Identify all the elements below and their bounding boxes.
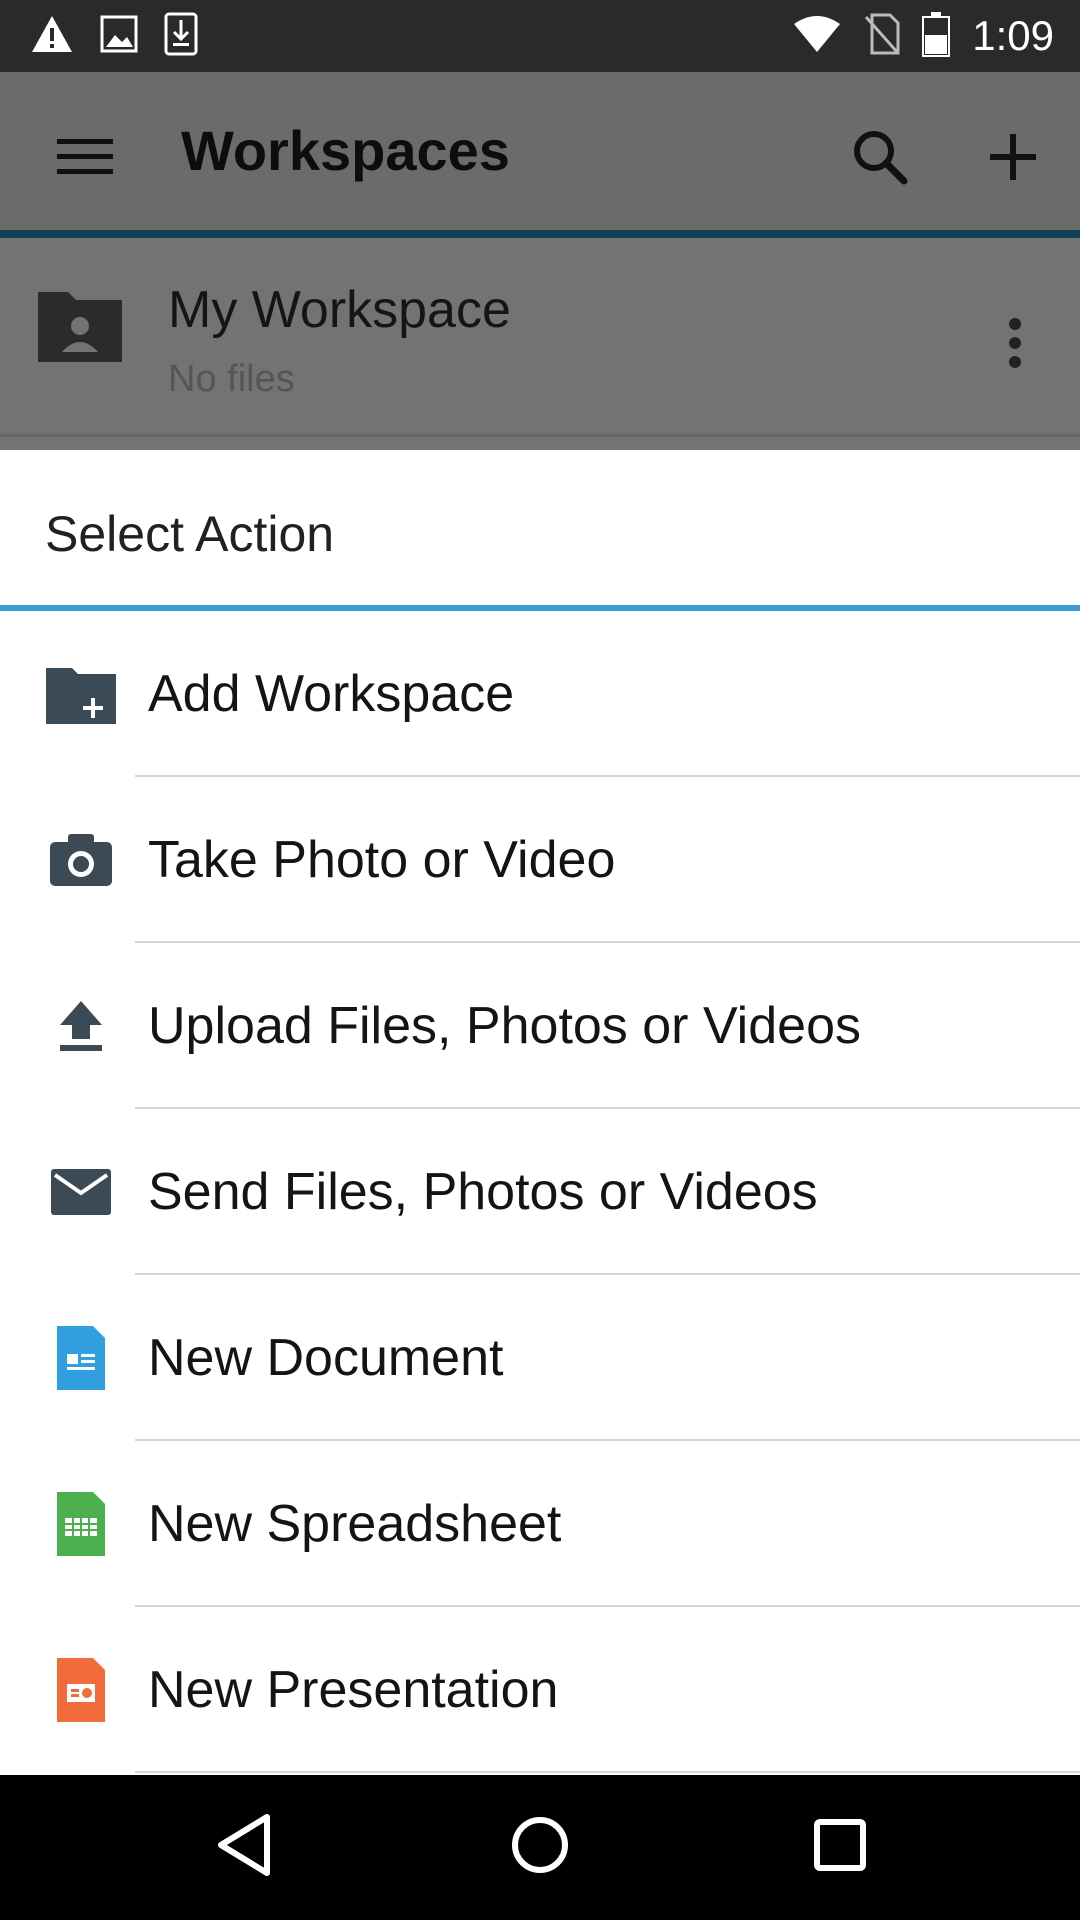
image-icon bbox=[100, 15, 138, 58]
status-time: 1:09 bbox=[972, 12, 1054, 59]
action-label: Add Workspace bbox=[148, 665, 515, 723]
action-new-spreadsheet[interactable]: New Spreadsheet bbox=[0, 1441, 1080, 1607]
presentation-icon bbox=[44, 1653, 118, 1727]
workspace-name: My Workspace bbox=[168, 281, 511, 339]
sheet-title: Select Action bbox=[45, 506, 335, 562]
home-icon[interactable] bbox=[490, 1795, 590, 1895]
action-take-photo[interactable]: Take Photo or Video bbox=[0, 777, 1080, 943]
action-upload-files[interactable]: Upload Files, Photos or Videos bbox=[0, 943, 1080, 1109]
mail-icon bbox=[44, 1155, 118, 1229]
action-label: Send Files, Photos or Videos bbox=[148, 1163, 818, 1221]
search-icon[interactable] bbox=[835, 112, 925, 202]
action-sheet: Select Action Add Workspace Take Photo o… bbox=[0, 450, 1080, 1775]
recents-icon[interactable] bbox=[790, 1795, 890, 1895]
navigation-bar bbox=[0, 1775, 1080, 1920]
workspace-subtitle: No files bbox=[168, 358, 295, 400]
action-label: Take Photo or Video bbox=[148, 831, 616, 889]
wifi-icon bbox=[792, 14, 842, 59]
action-label: New Spreadsheet bbox=[148, 1495, 562, 1553]
spreadsheet-icon bbox=[44, 1487, 118, 1561]
more-vertical-icon[interactable] bbox=[985, 298, 1045, 388]
action-new-document[interactable]: New Document bbox=[0, 1275, 1080, 1441]
download-icon bbox=[164, 12, 198, 61]
battery-icon bbox=[922, 11, 951, 62]
action-send-files[interactable]: Send Files, Photos or Videos bbox=[0, 1109, 1080, 1275]
warning-icon bbox=[30, 14, 74, 59]
action-label: New Presentation bbox=[148, 1661, 559, 1719]
divider bbox=[135, 1771, 1080, 1773]
action-new-presentation[interactable]: New Presentation bbox=[0, 1607, 1080, 1773]
divider bbox=[0, 434, 1080, 437]
back-icon[interactable] bbox=[195, 1795, 295, 1895]
document-icon bbox=[44, 1321, 118, 1395]
action-label: Upload Files, Photos or Videos bbox=[148, 997, 861, 1055]
plus-icon[interactable] bbox=[968, 112, 1058, 202]
upload-icon bbox=[44, 989, 118, 1063]
camera-icon bbox=[44, 823, 118, 897]
status-bar: 1:09 bbox=[0, 0, 1080, 72]
workspace-row[interactable]: My Workspace No files bbox=[0, 238, 1080, 450]
action-add-workspace[interactable]: Add Workspace bbox=[0, 611, 1080, 777]
page-title: Workspaces bbox=[181, 119, 510, 182]
menu-icon[interactable] bbox=[40, 112, 130, 202]
no-sim-icon bbox=[864, 13, 900, 60]
app-bar-accent bbox=[0, 230, 1080, 238]
folder-add-icon bbox=[44, 657, 118, 731]
action-label: New Document bbox=[148, 1329, 504, 1387]
shared-folder-icon bbox=[32, 280, 128, 366]
